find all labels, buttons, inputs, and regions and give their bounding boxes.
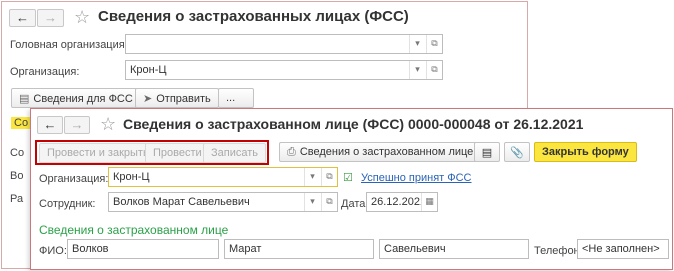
head-org-field[interactable]: ▾ ⧉ (125, 34, 443, 54)
list-item[interactable]: Со (10, 147, 24, 159)
document-icon: ▤ (19, 93, 30, 105)
date-field[interactable]: 26.12.2021 ▦ (366, 192, 438, 212)
page-title: Сведения о застрахованном лице (ФСС) 000… (123, 116, 584, 132)
org-label: Организация: (39, 173, 109, 185)
post-button[interactable]: Провести (145, 143, 210, 163)
fio-label: ФИО: (39, 245, 67, 257)
print-info-button[interactable]: ⎙ Сведения о застрахованном лице (279, 142, 482, 162)
tab-stub[interactable]: Со (11, 117, 32, 129)
star-icon[interactable]: ☆ (100, 115, 116, 133)
arrow-right-icon: → (44, 10, 57, 25)
star-icon[interactable]: ☆ (74, 8, 90, 26)
open-icon[interactable]: ⧉ (426, 35, 442, 53)
print-icon: ⎙ (287, 146, 296, 158)
org-label: Организация: (10, 66, 80, 78)
dropdown-icon[interactable]: ▾ (304, 168, 320, 186)
clip-icon: 📎 (510, 147, 524, 159)
list-button[interactable]: ▤ (474, 142, 500, 162)
arrow-left-icon: ← (16, 10, 29, 25)
back-nav-button[interactable]: ← (9, 9, 36, 27)
list-icon: ▤ (481, 147, 493, 159)
open-icon[interactable]: ⧉ (321, 168, 337, 186)
org-field[interactable]: Крон-Ц ▾ ⧉ (108, 167, 338, 187)
forward-nav-button[interactable]: → (37, 9, 64, 27)
status-link[interactable]: Успешно принят ФСС (361, 172, 472, 184)
list-item[interactable]: Ра (10, 193, 23, 205)
close-form-button[interactable]: Закрыть форму (534, 142, 637, 162)
send-icon: ➤ (143, 93, 153, 105)
patronymic-field[interactable]: Савельевич (379, 239, 529, 259)
section-title: Сведения о застрахованном лице (39, 223, 229, 237)
send-button[interactable]: ➤ Отправить (135, 88, 219, 108)
more-button[interactable]: ... (218, 88, 254, 108)
open-icon[interactable]: ⧉ (426, 61, 442, 79)
arrow-left-icon: ← (43, 117, 57, 132)
dropdown-icon[interactable]: ▾ (304, 193, 320, 211)
phone-field[interactable]: <Не заполнен> (577, 239, 669, 259)
page-title: Сведения о застрахованных лицах (ФСС) (98, 8, 409, 25)
back-nav-button[interactable]: ← (37, 116, 63, 134)
front-window: ← → ☆ Сведения о застрахованном лице (ФС… (30, 108, 673, 270)
arrow-right-icon: → (70, 117, 84, 132)
status-icon: ☑ (343, 172, 353, 184)
save-button[interactable]: Записать (203, 143, 267, 163)
forward-nav-button[interactable]: → (64, 116, 90, 134)
attach-button[interactable]: 📎 (504, 142, 530, 162)
info-fss-button[interactable]: ▤ Сведения для ФСС (11, 88, 141, 108)
employee-label: Сотрудник: (39, 198, 96, 210)
org-field[interactable]: Крон-Ц ▾ ⧉ (125, 60, 443, 80)
list-item[interactable]: Во (10, 170, 23, 182)
post-and-close-button[interactable]: Провести и закрыть (39, 143, 157, 163)
first-name-field[interactable]: Марат (224, 239, 374, 259)
last-name-field[interactable]: Волков (67, 239, 219, 259)
date-label: Дата: (341, 198, 369, 210)
dropdown-icon[interactable]: ▾ (409, 61, 425, 79)
head-org-label: Головная организация: (10, 39, 128, 51)
dropdown-icon[interactable]: ▾ (409, 35, 425, 53)
calendar-icon[interactable]: ▦ (421, 193, 437, 211)
employee-field[interactable]: Волков Марат Савельевич ▾ ⧉ (108, 192, 338, 212)
phone-label: Телефон: (534, 245, 583, 257)
open-icon[interactable]: ⧉ (321, 193, 337, 211)
